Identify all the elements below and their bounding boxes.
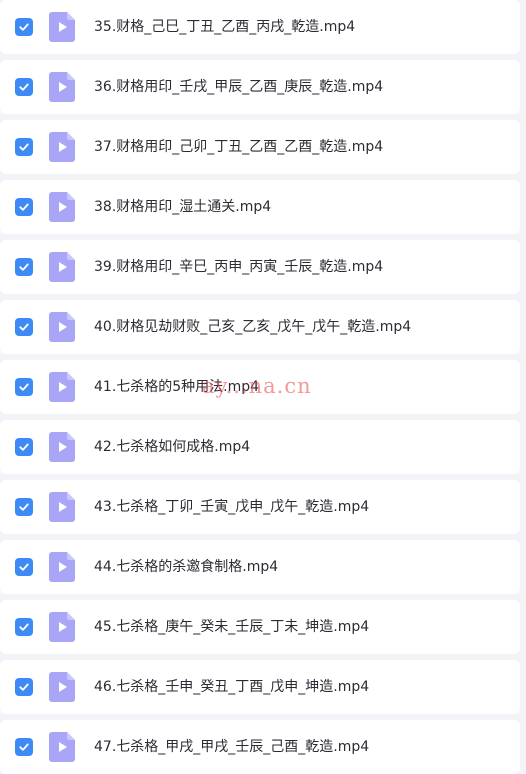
- file-checkbox[interactable]: [15, 78, 33, 96]
- file-name[interactable]: 40.财格见劫财败_己亥_乙亥_戊午_戊午_乾造.mp4: [94, 300, 411, 354]
- video-file-icon: [49, 12, 75, 42]
- file-checkbox[interactable]: [15, 258, 33, 276]
- file-row[interactable]: 45.七杀格_庚午_癸未_壬辰_丁未_坤造.mp4: [0, 600, 520, 654]
- file-row[interactable]: 39.财格用印_辛巳_丙申_丙寅_壬辰_乾造.mp4: [0, 240, 520, 294]
- file-name[interactable]: 41.七杀格的5种用法.mp4: [94, 360, 259, 414]
- checkmark-icon: [19, 503, 29, 511]
- video-file-icon: [49, 732, 75, 762]
- file-name[interactable]: 47.七杀格_甲戌_甲戌_壬辰_己酉_乾造.mp4: [94, 720, 369, 774]
- video-file-icon: [49, 132, 75, 162]
- file-name[interactable]: 44.七杀格的杀邀食制格.mp4: [94, 540, 278, 594]
- checkmark-icon: [19, 143, 29, 151]
- file-checkbox[interactable]: [15, 498, 33, 516]
- checkmark-icon: [19, 683, 29, 691]
- file-name[interactable]: 37.财格用印_己卯_丁丑_乙酉_乙酉_乾造.mp4: [94, 120, 383, 174]
- file-row[interactable]: 43.七杀格_丁卯_壬寅_戊申_戊午_乾造.mp4: [0, 480, 520, 534]
- file-checkbox[interactable]: [15, 558, 33, 576]
- file-name[interactable]: 42.七杀格如何成格.mp4: [94, 420, 250, 474]
- file-row[interactable]: 41.七杀格的5种用法.mp4: [0, 360, 520, 414]
- file-row[interactable]: 35.财格_己巳_丁丑_乙酉_丙戌_乾造.mp4: [0, 0, 520, 54]
- checkmark-icon: [19, 23, 29, 31]
- file-name[interactable]: 46.七杀格_壬申_癸丑_丁酉_戊申_坤造.mp4: [94, 660, 369, 714]
- file-name[interactable]: 38.财格用印_湿土通关.mp4: [94, 180, 271, 234]
- checkmark-icon: [19, 743, 29, 751]
- file-row[interactable]: 38.财格用印_湿土通关.mp4: [0, 180, 520, 234]
- video-file-icon: [49, 672, 75, 702]
- file-row[interactable]: 40.财格见劫财败_己亥_乙亥_戊午_戊午_乾造.mp4: [0, 300, 520, 354]
- video-file-icon: [49, 552, 75, 582]
- checkmark-icon: [19, 443, 29, 451]
- file-checkbox[interactable]: [15, 438, 33, 456]
- file-checkbox[interactable]: [15, 318, 33, 336]
- file-checkbox[interactable]: [15, 738, 33, 756]
- file-row[interactable]: 47.七杀格_甲戌_甲戌_壬辰_己酉_乾造.mp4: [0, 720, 520, 774]
- file-row[interactable]: 42.七杀格如何成格.mp4: [0, 420, 520, 474]
- checkmark-icon: [19, 383, 29, 391]
- checkmark-icon: [19, 323, 29, 331]
- file-row[interactable]: 36.财格用印_壬戌_甲辰_乙酉_庚辰_乾造.mp4: [0, 60, 520, 114]
- file-row[interactable]: 37.财格用印_己卯_丁丑_乙酉_乙酉_乾造.mp4: [0, 120, 520, 174]
- video-file-icon: [49, 372, 75, 402]
- checkmark-icon: [19, 563, 29, 571]
- file-row[interactable]: 46.七杀格_壬申_癸丑_丁酉_戊申_坤造.mp4: [0, 660, 520, 714]
- file-checkbox[interactable]: [15, 378, 33, 396]
- video-file-icon: [49, 252, 75, 282]
- file-checkbox[interactable]: [15, 618, 33, 636]
- video-file-icon: [49, 432, 75, 462]
- checkmark-icon: [19, 263, 29, 271]
- video-file-icon: [49, 492, 75, 522]
- file-row[interactable]: 44.七杀格的杀邀食制格.mp4: [0, 540, 520, 594]
- checkmark-icon: [19, 83, 29, 91]
- checkmark-icon: [19, 623, 29, 631]
- file-checkbox[interactable]: [15, 678, 33, 696]
- file-checkbox[interactable]: [15, 198, 33, 216]
- file-name[interactable]: 45.七杀格_庚午_癸未_壬辰_丁未_坤造.mp4: [94, 600, 369, 654]
- checkmark-icon: [19, 203, 29, 211]
- file-name[interactable]: 35.财格_己巳_丁丑_乙酉_丙戌_乾造.mp4: [94, 0, 355, 54]
- video-file-icon: [49, 312, 75, 342]
- video-file-icon: [49, 612, 75, 642]
- file-checkbox[interactable]: [15, 138, 33, 156]
- file-checkbox[interactable]: [15, 18, 33, 36]
- file-name[interactable]: 39.财格用印_辛巳_丙申_丙寅_壬辰_乾造.mp4: [94, 240, 383, 294]
- video-file-icon: [49, 192, 75, 222]
- video-file-icon: [49, 72, 75, 102]
- file-name[interactable]: 36.财格用印_壬戌_甲辰_乙酉_庚辰_乾造.mp4: [94, 60, 383, 114]
- file-name[interactable]: 43.七杀格_丁卯_壬寅_戊申_戊午_乾造.mp4: [94, 480, 369, 534]
